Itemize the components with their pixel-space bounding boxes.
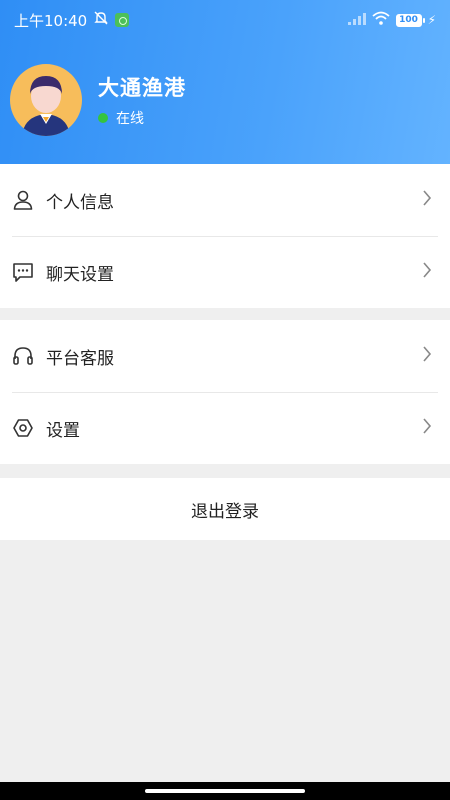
person-icon	[12, 189, 34, 211]
menu-item-label: 聊天设置	[46, 264, 114, 285]
menu-item-personal-info[interactable]: 个人信息	[0, 164, 450, 236]
chevron-right-icon	[422, 346, 432, 366]
profile-header: 上午10:40 100 ⚡ 大通渔港 在线	[0, 0, 450, 164]
user-profile[interactable]: 大通渔港 在线	[10, 64, 186, 136]
settings-icon	[12, 417, 34, 439]
logout-button[interactable]: 退出登录	[0, 478, 450, 540]
menu-group-support: 平台客服 设置	[0, 320, 450, 464]
chat-icon	[12, 261, 34, 283]
app-notification-icon	[115, 13, 130, 27]
battery-icon: 100	[395, 13, 425, 27]
headset-icon	[12, 345, 34, 367]
online-status: 在线	[98, 108, 186, 128]
chevron-right-icon	[422, 190, 432, 210]
username: 大通渔港	[98, 76, 186, 100]
status-bar: 上午10:40 100 ⚡	[0, 0, 450, 40]
status-dot-icon	[98, 113, 108, 123]
mute-icon	[93, 10, 109, 30]
chevron-right-icon	[422, 418, 432, 438]
status-text: 在线	[116, 111, 144, 127]
avatar[interactable]	[10, 64, 82, 136]
menu-item-label: 设置	[46, 420, 80, 441]
charging-icon: ⚡	[427, 13, 436, 27]
menu-item-customer-service[interactable]: 平台客服	[0, 320, 450, 392]
wifi-icon	[371, 11, 390, 29]
menu-group-account: 个人信息 聊天设置	[0, 164, 450, 308]
home-indicator[interactable]	[145, 789, 305, 793]
menu-item-chat-settings[interactable]: 聊天设置	[0, 236, 450, 308]
chevron-right-icon	[422, 262, 432, 282]
menu-item-settings[interactable]: 设置	[0, 392, 450, 464]
signal-icon	[347, 11, 366, 29]
menu-item-label: 个人信息	[46, 192, 114, 213]
menu-item-label: 平台客服	[46, 348, 114, 369]
status-time: 上午10:40	[14, 11, 88, 30]
